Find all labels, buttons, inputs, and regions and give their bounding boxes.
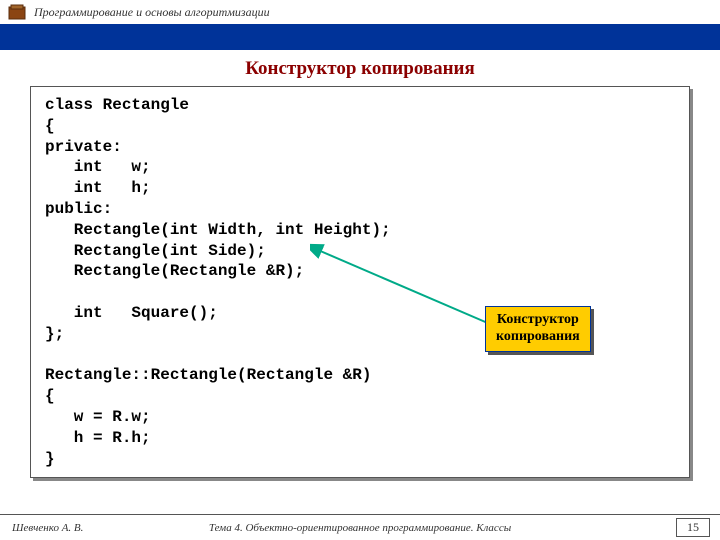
callout-box: Конструктор копирования <box>485 306 591 352</box>
code-block: class Rectangle { private: int w; int h;… <box>30 86 690 478</box>
callout-line2: копирования <box>496 329 580 346</box>
slide-title: Конструктор копирования <box>0 58 720 80</box>
footer-page: 15 <box>676 518 710 537</box>
course-title: Программирование и основы алгоритмизации <box>34 5 270 20</box>
header-strip <box>0 24 720 50</box>
footer: Шевченко А. В. Тема 4. Объектно-ориентир… <box>0 514 720 540</box>
footer-author: Шевченко А. В. <box>12 522 83 534</box>
course-icon <box>8 4 26 20</box>
callout-line1: Конструктор <box>496 312 580 329</box>
footer-topic: Тема 4. Объектно-ориентированное програм… <box>209 522 511 534</box>
top-bar: Программирование и основы алгоритмизации <box>0 0 720 24</box>
